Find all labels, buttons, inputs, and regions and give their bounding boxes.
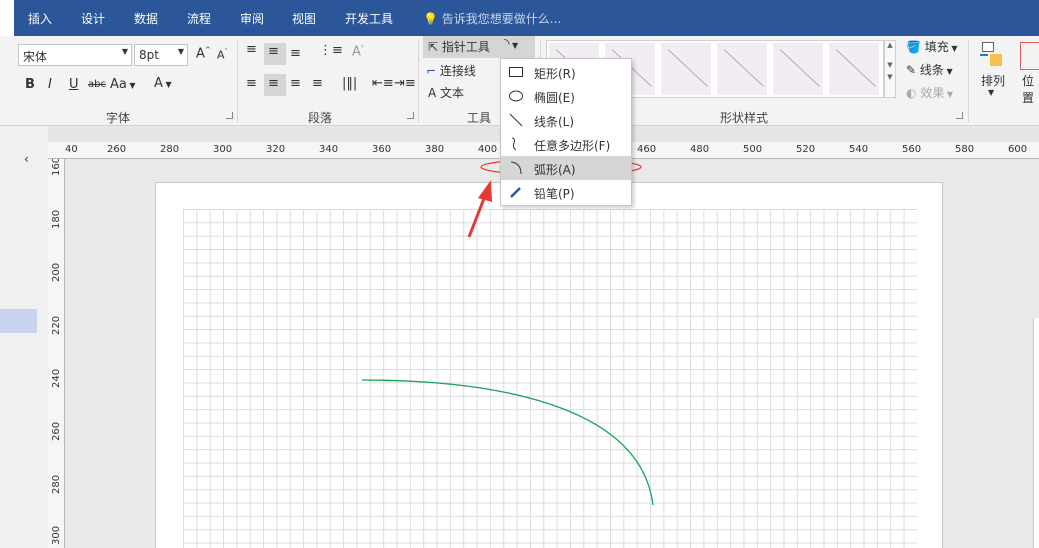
arc-icon — [510, 161, 522, 175]
line-icon — [509, 113, 523, 127]
menu-item-label: 弧形(A) — [534, 163, 576, 177]
shape-tool-menu: 矩形(R) 椭圆(E) 线条(L) 任意多边形(F) 弧形(A) 铅笔(P) — [500, 58, 632, 206]
menu-item-rectangle[interactable]: 矩形(R) — [501, 60, 631, 84]
menu-item-label: 线条(L) — [534, 115, 575, 129]
pencil-icon — [510, 187, 521, 198]
annotation-arrow — [467, 180, 492, 238]
rectangle-icon — [509, 67, 523, 77]
menu-item-arc[interactable]: 弧形(A) — [501, 156, 631, 180]
menu-item-label: 椭圆(E) — [534, 91, 575, 105]
menu-item-label: 铅笔(P) — [534, 187, 575, 201]
menu-item-label: 矩形(R) — [534, 67, 576, 81]
menu-item-label: 任意多边形(F) — [534, 139, 611, 153]
menu-item-freeform[interactable]: 任意多边形(F) — [501, 132, 631, 156]
freeform-icon — [511, 137, 517, 151]
menu-item-line[interactable]: 线条(L) — [501, 108, 631, 132]
menu-item-pencil[interactable]: 铅笔(P) — [501, 180, 631, 204]
menu-item-ellipse[interactable]: 椭圆(E) — [501, 84, 631, 108]
arc-shape[interactable] — [361, 379, 654, 506]
ellipse-icon — [509, 90, 523, 102]
